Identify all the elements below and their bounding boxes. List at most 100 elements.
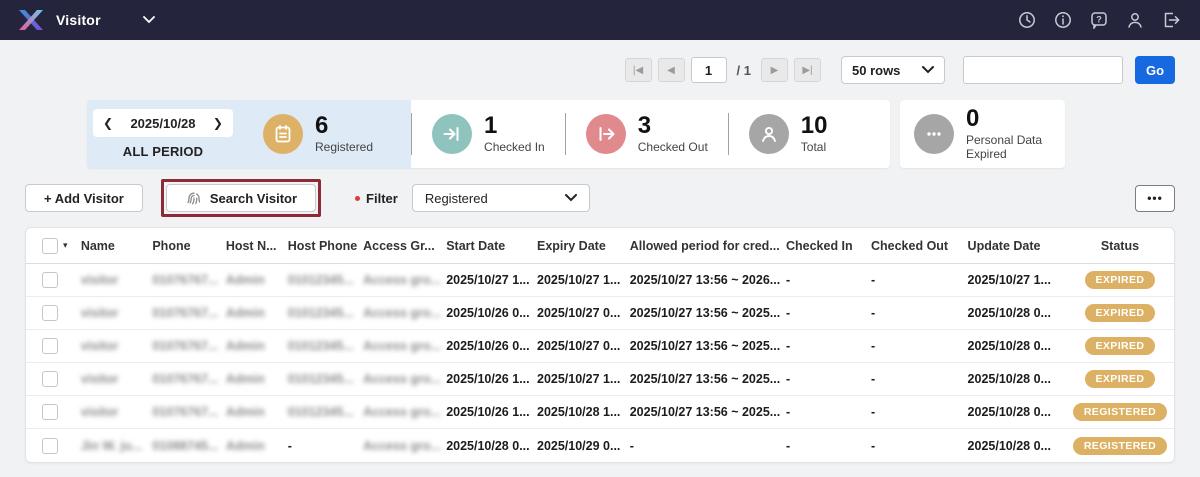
registered-count: 6 <box>315 114 373 138</box>
cell-host-phone: 01012345... <box>284 273 359 287</box>
row-checkbox[interactable] <box>42 272 58 288</box>
next-page-button[interactable]: ▶ <box>761 58 788 82</box>
status-badge: EXPIRED <box>1085 337 1156 355</box>
select-all-checkbox[interactable] <box>42 238 58 254</box>
cell-checked-out: - <box>867 273 964 287</box>
cell-update-date: 2025/10/27 1... <box>964 273 1066 287</box>
help-icon[interactable]: ? <box>1088 9 1110 31</box>
cell-update-date: 2025/10/28 0... <box>964 439 1066 453</box>
stat-checked-out[interactable]: 3 Checked Out <box>566 114 728 155</box>
registered-label: Registered <box>315 141 373 155</box>
column-header-start-date[interactable]: Start Date <box>442 239 533 253</box>
column-header-host-phone[interactable]: Host Phone <box>284 239 359 253</box>
column-header-name[interactable]: Name <box>77 239 149 253</box>
personal-data-expired-card[interactable]: 0 Personal Data Expired <box>900 100 1065 168</box>
filter-required-dot <box>355 196 360 201</box>
cell-host-phone: 01012345... <box>284 339 359 353</box>
stats-bar: ❮ 2025/10/28 ❯ ALL PERIOD 6 Registered <box>87 100 1175 168</box>
table-row[interactable]: visitor 01076767... Admin 01012345... Ac… <box>26 297 1174 330</box>
column-header-access-group[interactable]: Access Gr... <box>359 239 442 253</box>
add-visitor-button[interactable]: + Add Visitor <box>25 184 143 212</box>
cell-checked-in: - <box>782 273 867 287</box>
filter-status-select[interactable]: Registered <box>412 184 590 212</box>
cell-expiry-date: 2025/10/27 1... <box>533 372 626 386</box>
search-visitor-button[interactable]: Search Visitor <box>166 184 316 212</box>
prev-date-icon[interactable]: ❮ <box>103 116 113 130</box>
cell-start-date: 2025/10/26 0... <box>442 306 533 320</box>
fingerprint-icon <box>185 189 203 207</box>
column-header-allowed-period[interactable]: Allowed period for cred... <box>626 239 782 253</box>
rows-per-page-select[interactable]: 50 rows <box>841 56 945 84</box>
select-menu-caret-icon[interactable]: ▾ <box>63 240 68 251</box>
cell-start-date: 2025/10/26 1... <box>442 372 533 386</box>
cell-name: Jin W. ju... <box>77 439 149 453</box>
row-checkbox[interactable] <box>42 338 58 354</box>
status-badge: EXPIRED <box>1085 370 1156 388</box>
cell-phone: 01076767... <box>148 273 221 287</box>
visitor-table: ▾ Name Phone Host N... Host Phone Access… <box>25 227 1175 463</box>
table-row[interactable]: visitor 01076767... Admin 01012345... Ac… <box>26 363 1174 396</box>
topbar: Visitor ? <box>0 0 1200 40</box>
status-badge: EXPIRED <box>1085 304 1156 322</box>
person-icon <box>749 114 789 154</box>
cell-access-group: Access gro... <box>359 306 442 320</box>
cell-start-date: 2025/10/27 1... <box>442 273 533 287</box>
chevron-down-icon <box>922 66 934 74</box>
all-period-label: ALL PERIOD <box>93 144 233 159</box>
cell-expiry-date: 2025/10/28 1... <box>533 405 626 419</box>
stat-total[interactable]: 10 Total <box>729 114 848 155</box>
cell-allowed-period: 2025/10/27 13:56 ~ 2025... <box>626 339 782 353</box>
go-button[interactable]: Go <box>1135 56 1175 84</box>
row-checkbox[interactable] <box>42 305 58 321</box>
info-icon[interactable] <box>1052 9 1074 31</box>
table-row[interactable]: visitor 01076767... Admin 01012345... Ac… <box>26 264 1174 297</box>
stat-registered[interactable]: 6 Registered <box>249 114 387 155</box>
column-header-checked-out[interactable]: Checked Out <box>867 239 964 253</box>
first-page-button[interactable]: |◀ <box>625 58 652 82</box>
column-header-host-name[interactable]: Host N... <box>222 239 284 253</box>
status-badge: REGISTERED <box>1073 403 1167 421</box>
table-row[interactable]: visitor 01076767... Admin 01012345... Ac… <box>26 396 1174 429</box>
table-row[interactable]: Jin W. ju... 01088745... Admin - Access … <box>26 429 1174 462</box>
cell-allowed-period: - <box>626 439 782 453</box>
cell-expiry-date: 2025/10/27 0... <box>533 306 626 320</box>
column-header-update-date[interactable]: Update Date <box>964 239 1066 253</box>
search-input[interactable] <box>963 56 1123 84</box>
row-checkbox[interactable] <box>42 404 58 420</box>
stat-checked-in[interactable]: 1 Checked In <box>412 114 565 155</box>
time-icon[interactable] <box>1016 9 1038 31</box>
filter-label: Filter <box>366 191 398 206</box>
prev-page-button[interactable]: ◀ <box>658 58 685 82</box>
cell-access-group: Access gro... <box>359 339 442 353</box>
app-logo-icon[interactable] <box>18 8 44 32</box>
cell-host-name: Admin <box>222 372 284 386</box>
column-header-status[interactable]: Status <box>1066 239 1174 253</box>
row-checkbox[interactable] <box>42 438 58 454</box>
table-row[interactable]: visitor 01076767... Admin 01012345... Ac… <box>26 330 1174 363</box>
cell-host-name: Admin <box>222 405 284 419</box>
row-checkbox[interactable] <box>42 371 58 387</box>
more-options-button[interactable]: ••• <box>1135 185 1175 212</box>
cell-allowed-period: 2025/10/27 13:56 ~ 2025... <box>626 372 782 386</box>
user-icon[interactable] <box>1124 9 1146 31</box>
cell-allowed-period: 2025/10/27 13:56 ~ 2026... <box>626 273 782 287</box>
page-number-input[interactable] <box>691 57 727 83</box>
date-navigator[interactable]: ❮ 2025/10/28 ❯ <box>93 109 233 137</box>
cell-host-name: Admin <box>222 306 284 320</box>
cell-start-date: 2025/10/28 0... <box>442 439 533 453</box>
cell-host-name: Admin <box>222 339 284 353</box>
column-header-checked-in[interactable]: Checked In <box>782 239 867 253</box>
next-date-icon[interactable]: ❯ <box>213 116 223 130</box>
cell-phone: 01076767... <box>148 405 221 419</box>
cell-name: visitor <box>77 273 149 287</box>
last-page-button[interactable]: ▶| <box>794 58 821 82</box>
checked-out-label: Checked Out <box>638 141 708 155</box>
cell-phone: 01088745... <box>148 439 221 453</box>
checked-in-count: 1 <box>484 114 545 138</box>
column-header-expiry-date[interactable]: Expiry Date <box>533 239 626 253</box>
checked-in-label: Checked In <box>484 141 545 155</box>
table-body: visitor 01076767... Admin 01012345... Ac… <box>26 264 1174 462</box>
menu-chevron-down-icon[interactable] <box>143 16 155 24</box>
logout-icon[interactable] <box>1160 9 1182 31</box>
column-header-phone[interactable]: Phone <box>148 239 221 253</box>
